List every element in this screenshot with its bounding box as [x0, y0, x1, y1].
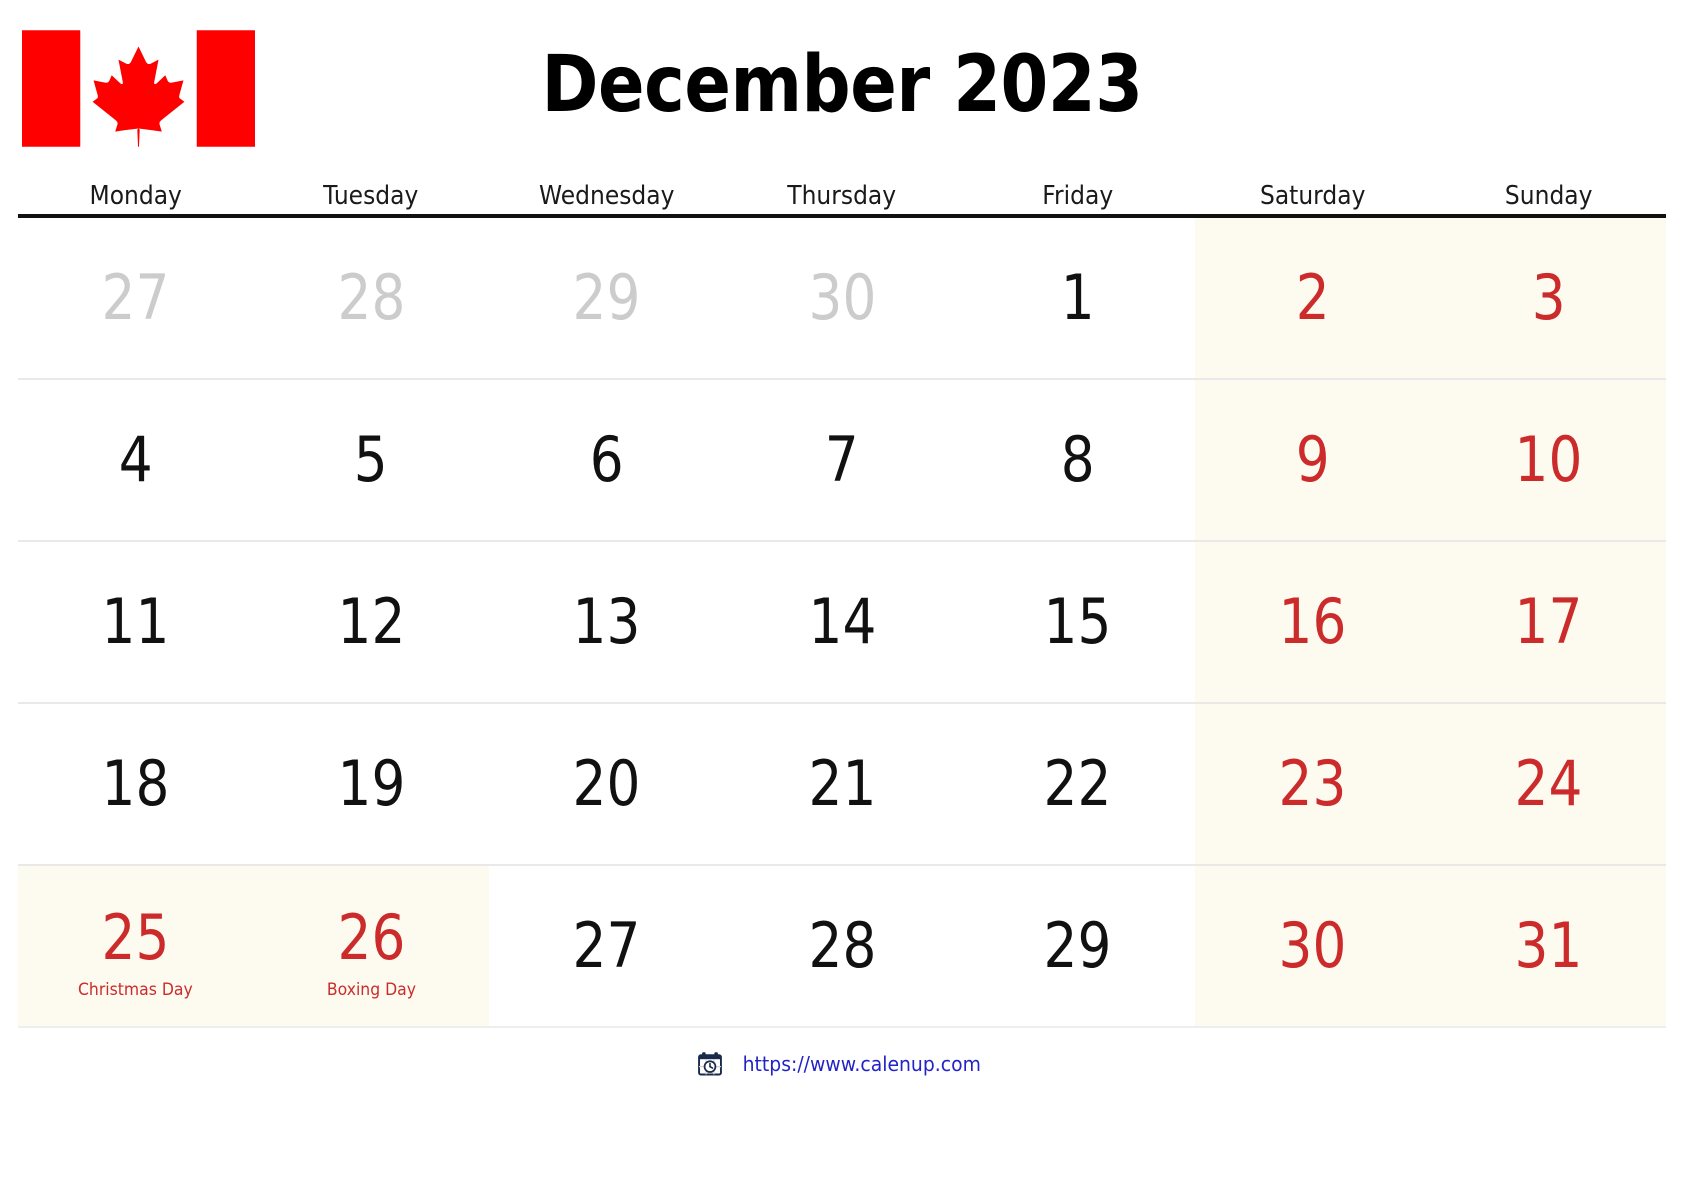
calendar-week-row: 27 28 29 30 1 2 3	[18, 218, 1666, 380]
day-number: 13	[572, 585, 641, 658]
day-number: 26	[337, 901, 406, 974]
calendar-day-cell[interactable]: 4	[18, 380, 253, 540]
calendar-day-cell[interactable]: 30	[724, 218, 959, 378]
calendar-day-cell[interactable]: 8	[960, 380, 1195, 540]
calendar-day-cell[interactable]: 1	[960, 218, 1195, 378]
weekday-sunday: Sunday	[1504, 181, 1593, 211]
day-number: 20	[572, 747, 641, 820]
calendar-week-row: 18 19 20 21 22 23 24	[18, 704, 1666, 866]
day-number: 2	[1295, 261, 1330, 334]
day-number: 6	[589, 423, 624, 496]
calendar-day-cell[interactable]: 14	[724, 542, 959, 702]
calendar-day-cell[interactable]: 24	[1431, 704, 1666, 864]
day-number: 8	[1060, 423, 1095, 496]
site-url-link[interactable]: https://www.calenup.com	[742, 1052, 980, 1076]
day-number: 25	[101, 901, 170, 974]
calendar-day-cell[interactable]: 27	[489, 866, 724, 1026]
weekday-friday: Friday	[1041, 181, 1113, 211]
weekday-thursday: Thursday	[787, 181, 897, 211]
day-number: 15	[1043, 585, 1112, 658]
calendar-header: December 2023	[0, 0, 1684, 168]
day-number: 4	[118, 423, 153, 496]
day-number: 10	[1514, 423, 1583, 496]
calendar-day-cell[interactable]: 7	[724, 380, 959, 540]
day-number: 14	[808, 585, 876, 658]
calendar-day-cell[interactable]: 6	[489, 380, 724, 540]
day-number: 24	[1514, 747, 1583, 820]
day-number: 27	[572, 909, 641, 982]
day-number: 16	[1278, 585, 1347, 658]
calendar-page: December 2023 Monday Tuesday Wednesday T…	[0, 0, 1684, 1191]
day-number: 7	[825, 423, 859, 496]
calendar-day-cell[interactable]: 30	[1195, 866, 1430, 1026]
calendar-week-row: 11 12 13 14 15 16 17	[18, 542, 1666, 704]
day-number: 29	[572, 261, 641, 334]
day-number: 29	[1043, 909, 1112, 982]
calendar-week-row: 25 Christmas Day 26 Boxing Day 27 28 29 30 31	[18, 866, 1666, 1028]
calendar-day-cell[interactable]: 29	[489, 218, 724, 378]
calendar-day-cell[interactable]: 27	[18, 218, 253, 378]
holiday-label: Christmas Day	[78, 980, 194, 1000]
calendar-day-cell[interactable]: 25 Christmas Day	[18, 866, 254, 1026]
day-number: 9	[1295, 423, 1330, 496]
calendar-day-cell[interactable]: 28	[253, 218, 488, 378]
day-number: 27	[101, 261, 170, 334]
day-number: 12	[337, 585, 406, 658]
day-number: 17	[1514, 585, 1583, 658]
calendar-day-cell[interactable]: 11	[18, 542, 253, 702]
weekday-wednesday: Wednesday	[538, 181, 675, 211]
calendar-day-cell[interactable]: 26 Boxing Day	[253, 866, 489, 1026]
calendar-day-cell[interactable]: 29	[960, 866, 1195, 1026]
weekday-saturday: Saturday	[1260, 181, 1366, 211]
calendar-day-cell[interactable]: 19	[253, 704, 488, 864]
calendar-day-cell[interactable]: 5	[253, 380, 488, 540]
page-title: December 2023	[541, 40, 1143, 130]
calendar-day-cell[interactable]: 21	[724, 704, 959, 864]
calendar-day-cell[interactable]: 23	[1195, 704, 1430, 864]
calendar-day-cell[interactable]: 9	[1195, 380, 1430, 540]
day-number: 30	[808, 261, 876, 334]
footer: https://www.calenup.com	[0, 1050, 1684, 1078]
calendar-day-cell[interactable]: 13	[489, 542, 724, 702]
weekday-tuesday: Tuesday	[323, 181, 419, 211]
day-number: 11	[101, 585, 170, 658]
calendar-day-cell[interactable]: 3	[1431, 218, 1666, 378]
day-number: 22	[1043, 747, 1112, 820]
day-number: 19	[337, 747, 406, 820]
day-number: 18	[101, 747, 170, 820]
day-number: 30	[1278, 909, 1347, 982]
weekday-header-row: Monday Tuesday Wednesday Thursday Friday…	[0, 168, 1684, 214]
day-number: 31	[1514, 909, 1583, 982]
day-number: 21	[808, 747, 876, 820]
calendar-day-cell[interactable]: 18	[18, 704, 253, 864]
day-number: 23	[1278, 747, 1347, 820]
day-number: 28	[337, 261, 406, 334]
day-number: 28	[808, 909, 876, 982]
calendar-day-cell[interactable]: 22	[960, 704, 1195, 864]
calendar-week-row: 4 5 6 7 8 9 10	[18, 380, 1666, 542]
day-number: 1	[1060, 261, 1095, 334]
calendar-day-cell[interactable]: 28	[724, 866, 959, 1026]
calendar-day-cell[interactable]: 16	[1195, 542, 1430, 702]
weekday-monday: Monday	[89, 181, 182, 211]
calendar-day-cell[interactable]: 17	[1431, 542, 1666, 702]
calendar-day-cell[interactable]: 15	[960, 542, 1195, 702]
calendar-grid: 27 28 29 30 1 2 3 4 5 6 7 8 9 10 11 12 13 14 15 16 17 18 19 20 2…	[18, 218, 1666, 1028]
day-number: 5	[354, 423, 389, 496]
calendar-day-cell[interactable]: 12	[253, 542, 488, 702]
calendar-day-cell[interactable]: 20	[489, 704, 724, 864]
calendar-day-cell[interactable]: 10	[1431, 380, 1666, 540]
calendar-day-cell[interactable]: 2	[1195, 218, 1430, 378]
calendar-day-cell[interactable]: 31	[1431, 866, 1666, 1026]
holiday-label: Boxing Day	[326, 980, 416, 1000]
calendar-clock-icon	[697, 1052, 722, 1076]
day-number: 3	[1531, 261, 1566, 334]
